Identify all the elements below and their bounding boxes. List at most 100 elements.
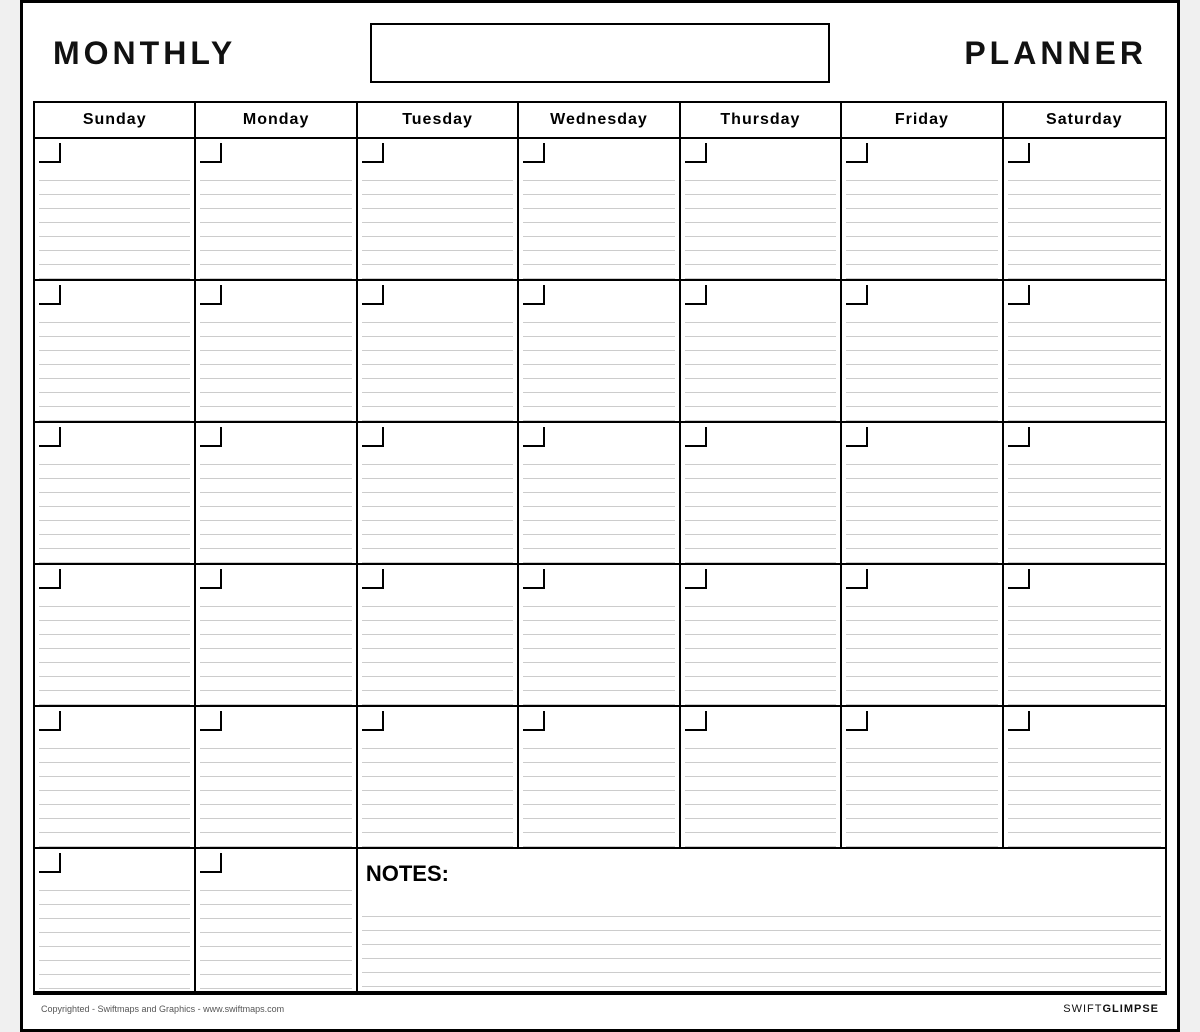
line: [200, 621, 351, 635]
cell-r3-thu[interactable]: [681, 423, 842, 563]
calendar-row-4: [35, 565, 1165, 707]
cell-r2-fri[interactable]: [842, 281, 1003, 421]
line: [200, 749, 351, 763]
cell-r4-wed[interactable]: [519, 565, 680, 705]
line: [523, 493, 674, 507]
line: [39, 677, 190, 691]
notes-section[interactable]: NOTES:: [358, 849, 1165, 991]
cell-r5-mon[interactable]: [196, 707, 357, 847]
cell-lines: [1008, 167, 1161, 279]
cell-lines: [846, 735, 997, 847]
cell-r2-wed[interactable]: [519, 281, 680, 421]
line: [685, 265, 836, 279]
line: [200, 309, 351, 323]
cell-r5-sat[interactable]: [1004, 707, 1165, 847]
cell-r3-sun[interactable]: [35, 423, 196, 563]
line: [685, 635, 836, 649]
cell-r4-sun[interactable]: [35, 565, 196, 705]
cell-r5-wed[interactable]: [519, 707, 680, 847]
date-box: [1008, 711, 1030, 731]
line: [39, 379, 190, 393]
line: [1008, 379, 1161, 393]
cell-r3-mon[interactable]: [196, 423, 357, 563]
line: [362, 493, 513, 507]
line: [362, 691, 513, 705]
line: [846, 649, 997, 663]
cell-r3-fri[interactable]: [842, 423, 1003, 563]
line: [362, 749, 513, 763]
line: [39, 521, 190, 535]
cell-r6-mon[interactable]: [196, 849, 357, 991]
line: [523, 691, 674, 705]
cell-r2-mon[interactable]: [196, 281, 357, 421]
planner-container: MONTHLY PLANNER Sunday Monday Tuesday We…: [20, 0, 1180, 1032]
cell-r4-tue[interactable]: [358, 565, 519, 705]
cell-r3-sat[interactable]: [1004, 423, 1165, 563]
line: [362, 265, 513, 279]
line: [362, 819, 513, 833]
line: [362, 507, 513, 521]
cell-r4-thu[interactable]: [681, 565, 842, 705]
cell-r6-sun[interactable]: [35, 849, 196, 991]
cell-r1-thu[interactable]: [681, 139, 842, 279]
cell-r4-fri[interactable]: [842, 565, 1003, 705]
cell-r2-sun[interactable]: [35, 281, 196, 421]
cell-r5-fri[interactable]: [842, 707, 1003, 847]
line: [685, 663, 836, 677]
date-box: [362, 711, 384, 731]
cell-lines: [685, 167, 836, 279]
date-box: [846, 143, 868, 163]
cell-r5-tue[interactable]: [358, 707, 519, 847]
line: [685, 607, 836, 621]
line: [846, 209, 997, 223]
line: [1008, 549, 1161, 563]
line: [685, 451, 836, 465]
cell-r2-thu[interactable]: [681, 281, 842, 421]
line: [39, 663, 190, 677]
cell-r4-sat[interactable]: [1004, 565, 1165, 705]
date-box: [1008, 569, 1030, 589]
line: [39, 749, 190, 763]
cell-r1-wed[interactable]: [519, 139, 680, 279]
cell-r2-tue[interactable]: [358, 281, 519, 421]
line: [846, 365, 997, 379]
line: [200, 167, 351, 181]
cell-r1-tue[interactable]: [358, 139, 519, 279]
cell-r3-wed[interactable]: [519, 423, 680, 563]
line: [523, 337, 674, 351]
line: [685, 237, 836, 251]
cell-r1-mon[interactable]: [196, 139, 357, 279]
cell-r5-thu[interactable]: [681, 707, 842, 847]
notes-label: NOTES:: [362, 853, 1161, 895]
line: [685, 749, 836, 763]
line: [1008, 195, 1161, 209]
line: [362, 479, 513, 493]
line: [362, 621, 513, 635]
line: [200, 237, 351, 251]
cell-r1-fri[interactable]: [842, 139, 1003, 279]
title-input-box[interactable]: [370, 23, 830, 83]
line: [846, 237, 997, 251]
date-box: [1008, 285, 1030, 305]
cell-r1-sun[interactable]: [35, 139, 196, 279]
line: [685, 507, 836, 521]
cell-r1-sat[interactable]: [1004, 139, 1165, 279]
cell-lines: [523, 451, 674, 563]
cell-r4-mon[interactable]: [196, 565, 357, 705]
line: [39, 309, 190, 323]
line: [1008, 181, 1161, 195]
cell-lines: [39, 309, 190, 421]
line: [846, 677, 997, 691]
line: [39, 507, 190, 521]
line: [39, 947, 190, 961]
line: [523, 167, 674, 181]
line: [1008, 451, 1161, 465]
line: [685, 393, 836, 407]
cell-r5-sun[interactable]: [35, 707, 196, 847]
line: [685, 621, 836, 635]
date-box: [200, 853, 222, 873]
cell-r3-tue[interactable]: [358, 423, 519, 563]
cell-r2-sat[interactable]: [1004, 281, 1165, 421]
cell-lines: [362, 167, 513, 279]
line: [39, 493, 190, 507]
